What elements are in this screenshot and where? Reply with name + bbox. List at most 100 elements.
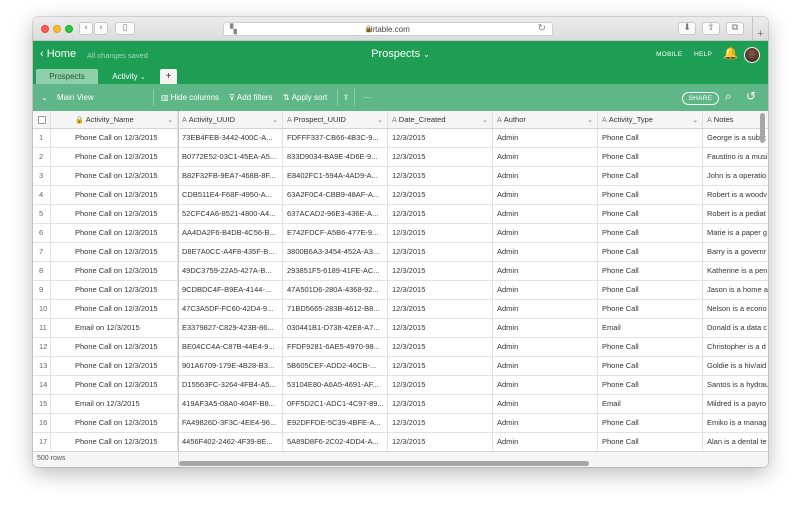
row-number[interactable]: 15 [33, 395, 51, 413]
notes-cell[interactable]: Alan is a dental te [703, 433, 768, 451]
activity-type-cell[interactable]: Phone Call [598, 376, 703, 394]
row-number[interactable]: 8 [33, 262, 51, 280]
activity-name-cell[interactable]: Phone Call on 12/3/2015 [51, 433, 178, 451]
help-link[interactable]: HELP [694, 51, 712, 58]
activity-type-cell[interactable]: Phone Call [598, 224, 703, 242]
row-number[interactable]: 9 [33, 281, 51, 299]
add-table-button[interactable]: + [160, 69, 177, 84]
prospect-uuid-cell[interactable]: 5B605CEF-ADD2-46CB-... [283, 357, 388, 375]
table-row[interactable]: 7 Phone Call on 12/3/2015 D8E7A0CC-A4F8-43… [33, 243, 768, 262]
notes-cell[interactable]: Faustino is a musi [703, 148, 768, 166]
activity-type-cell[interactable]: Phone Call [598, 186, 703, 204]
activity-name-cell[interactable]: Phone Call on 12/3/2015 [51, 262, 178, 280]
activity-uuid-cell[interactable]: B82F32FB-9EA7-468B-8F... [178, 167, 283, 185]
prospect-uuid-cell[interactable]: 3800B6A3-3454-452A-A3... [283, 243, 388, 261]
table-row[interactable]: 16 Phone Call on 12/3/2015 FA49826D-3F3C-4… [33, 414, 768, 433]
share-sheet-icon[interactable]: ⇧ [702, 22, 720, 35]
author-cell[interactable]: Admin [493, 205, 598, 223]
table-row[interactable]: 8 Phone Call on 12/3/2015 49DC3759-22A5-42… [33, 262, 768, 281]
table-row[interactable]: 3 Phone Call on 12/3/2015 B82F32FB-9EA7-46… [33, 167, 768, 186]
notes-cell[interactable]: Santos is a hydrau [703, 376, 768, 394]
chevron-down-icon[interactable]: ⌄ [587, 111, 593, 128]
row-number[interactable]: 7 [33, 243, 51, 261]
search-icon[interactable]: ⌕ [725, 89, 732, 104]
table-row[interactable]: 12 Phone Call on 12/3/2015 BE04CC4A-C87B-4… [33, 338, 768, 357]
author-cell[interactable]: Admin [493, 186, 598, 204]
activity-uuid-cell[interactable]: CDB511E4-F68F-4950-A... [178, 186, 283, 204]
prospect-uuid-cell[interactable]: 47A501D6-280A-4368-92... [283, 281, 388, 299]
author-cell[interactable]: Admin [493, 338, 598, 356]
activity-uuid-cell[interactable]: 47C3A5DF-FC60-42D4-9... [178, 300, 283, 318]
date-created-cell[interactable]: 12/3/2015 [388, 433, 493, 451]
table-row[interactable]: 9 Phone Call on 12/3/2015 9CDBDC4F-B9EA-41… [33, 281, 768, 300]
export-icon[interactable]: ⇪ [337, 89, 355, 106]
activity-uuid-cell[interactable]: 4456F402-2462-4F39-8E... [178, 433, 283, 451]
notes-cell[interactable]: Barry is a governr [703, 243, 768, 261]
notes-cell[interactable]: Robert is a pediat [703, 205, 768, 223]
table-row[interactable]: 13 Phone Call on 12/3/2015 901A6709-179E-4… [33, 357, 768, 376]
prospect-uuid-cell[interactable]: E742FDCF-A5B6-477E-9... [283, 224, 388, 242]
prospect-uuid-cell[interactable]: E92DFFDE-5C39-4BFE-A... [283, 414, 388, 432]
close-window-button[interactable] [41, 25, 49, 33]
date-created-cell[interactable]: 12/3/2015 [388, 148, 493, 166]
notes-cell[interactable]: Christopher is a d [703, 338, 768, 356]
activity-uuid-cell[interactable]: 52CFC4A6-8521-4800-A4... [178, 205, 283, 223]
activity-type-cell[interactable]: Phone Call [598, 129, 703, 147]
activity-type-cell[interactable]: Phone Call [598, 433, 703, 451]
author-cell[interactable]: Admin [493, 129, 598, 147]
notes-cell[interactable]: Robert is a woodv [703, 186, 768, 204]
date-created-cell[interactable]: 12/3/2015 [388, 319, 493, 337]
tab-activity[interactable]: Activity ⌄ [100, 69, 158, 84]
activity-name-cell[interactable]: Phone Call on 12/3/2015 [51, 224, 178, 242]
author-cell[interactable]: Admin [493, 319, 598, 337]
table-row[interactable]: 14 Phone Call on 12/3/2015 D15563FC-3264-4… [33, 376, 768, 395]
prospect-uuid-cell[interactable]: 53104E80-A6A5-4691-AF... [283, 376, 388, 394]
add-filters-button[interactable]: ⊽ Add filters [229, 89, 272, 106]
activity-name-cell[interactable]: Phone Call on 12/3/2015 [51, 338, 178, 356]
forward-icon[interactable]: › [94, 22, 108, 35]
activity-name-cell[interactable]: Phone Call on 12/3/2015 [51, 205, 178, 223]
row-number[interactable]: 12 [33, 338, 51, 356]
notes-cell[interactable]: Marie is a paper g [703, 224, 768, 242]
chevron-down-icon[interactable]: ⌄ [140, 73, 146, 81]
notes-cell[interactable]: Katherine is a pen [703, 262, 768, 280]
zoom-window-button[interactable] [65, 25, 73, 33]
table-row[interactable]: 2 Phone Call on 12/3/2015 B0772E52-03C1-45… [33, 148, 768, 167]
table-row[interactable]: 4 Phone Call on 12/3/2015 CDB511E4-F68F-49… [33, 186, 768, 205]
notes-cell[interactable]: Donald is a data c [703, 319, 768, 337]
date-created-cell[interactable]: 12/3/2015 [388, 281, 493, 299]
chevron-down-icon[interactable]: ⌄ [482, 111, 488, 128]
activity-type-cell[interactable]: Phone Call [598, 414, 703, 432]
column-header-notes[interactable]: A Notes [703, 111, 768, 128]
row-number[interactable]: 13 [33, 357, 51, 375]
activity-uuid-cell[interactable]: 901A6709-179E-4B28-B3... [178, 357, 283, 375]
activity-name-cell[interactable]: Email on 12/3/2015 [51, 319, 178, 337]
table-row[interactable]: 11 Email on 12/3/2015 E3379827-C829-423B-8… [33, 319, 768, 338]
activity-uuid-cell[interactable]: FA49826D-3F3C-4EE4-96... [178, 414, 283, 432]
row-number[interactable]: 11 [33, 319, 51, 337]
author-cell[interactable]: Admin [493, 376, 598, 394]
row-number[interactable]: 1 [33, 129, 51, 147]
activity-name-cell[interactable]: Phone Call on 12/3/2015 [51, 300, 178, 318]
chevron-down-icon[interactable]: ⌄ [167, 111, 173, 128]
activity-uuid-cell[interactable]: 419AF3A5-08A0-404F-B8... [178, 395, 283, 413]
activity-type-cell[interactable]: Phone Call [598, 205, 703, 223]
activity-name-cell[interactable]: Phone Call on 12/3/2015 [51, 148, 178, 166]
chevron-down-icon[interactable]: ⌄ [272, 111, 278, 128]
notes-cell[interactable]: Goldie is a hiv/aid [703, 357, 768, 375]
vertical-scrollbar[interactable] [760, 113, 765, 143]
author-cell[interactable]: Admin [493, 281, 598, 299]
activity-type-cell[interactable]: Phone Call [598, 167, 703, 185]
row-number[interactable]: 5 [33, 205, 51, 223]
mobile-link[interactable]: MOBILE [656, 51, 682, 58]
prospect-uuid-cell[interactable]: 637ACAD2-96E3-436E-A... [283, 205, 388, 223]
column-header-activity-name[interactable]: 🔒 Activity_Name ⌄ [51, 111, 178, 128]
row-number[interactable]: 17 [33, 433, 51, 451]
date-created-cell[interactable]: 12/3/2015 [388, 129, 493, 147]
author-cell[interactable]: Admin [493, 433, 598, 451]
activity-type-cell[interactable]: Email [598, 395, 703, 413]
activity-name-cell[interactable]: Phone Call on 12/3/2015 [51, 414, 178, 432]
prospect-uuid-cell[interactable]: E8402FC1-594A-4AD9-A... [283, 167, 388, 185]
activity-uuid-cell[interactable]: 73EB4FEB-3442-400C-A... [178, 129, 283, 147]
prospect-uuid-cell[interactable]: 5A89D8F6-2C02-4DD4-A... [283, 433, 388, 451]
